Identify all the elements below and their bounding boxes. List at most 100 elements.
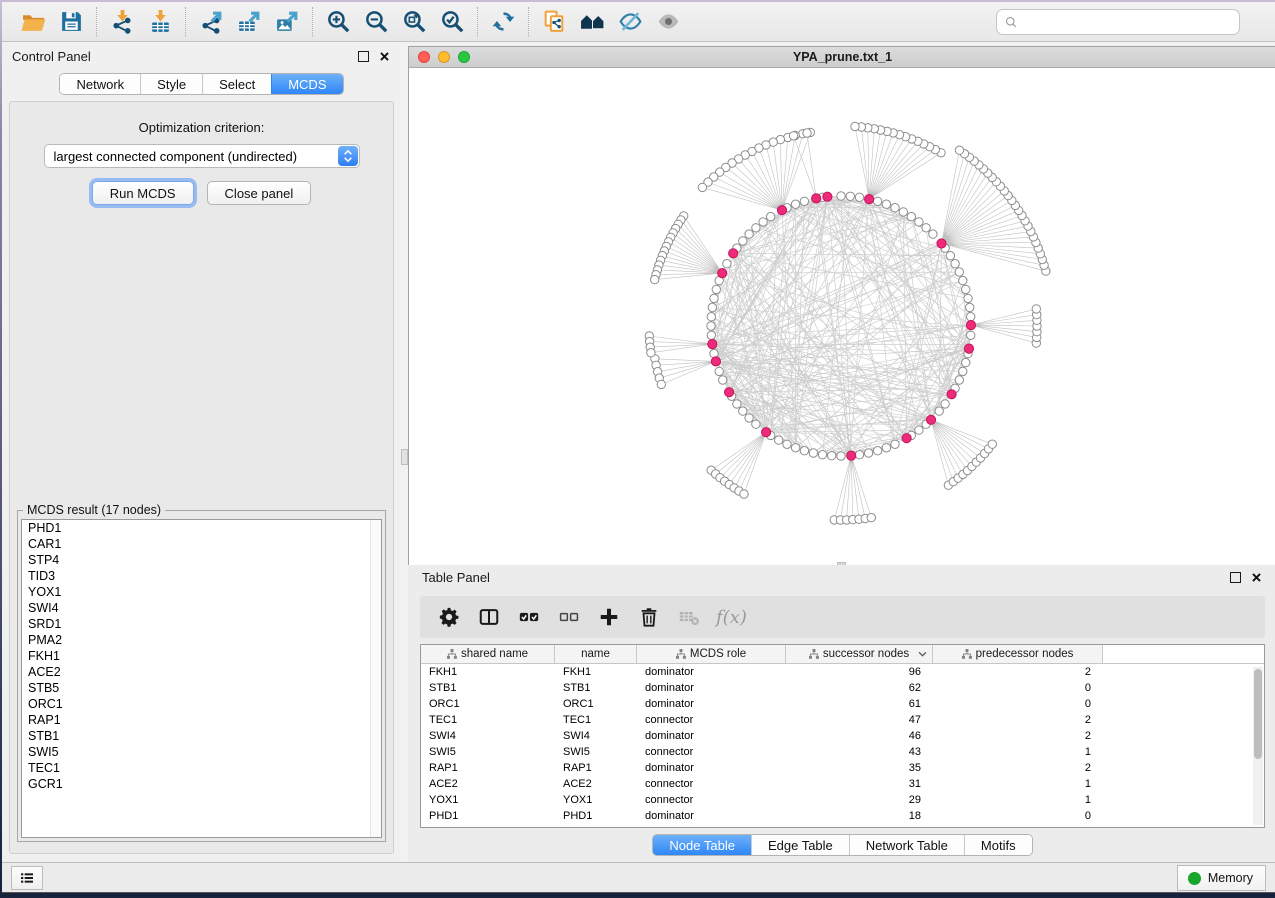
column-header-predecessor-nodes[interactable]: predecessor nodes [933,645,1103,663]
table-row[interactable]: ACE2ACE2connector311 [421,776,1264,792]
show-columns-button[interactable] [472,601,506,633]
vertical-splitter-handle[interactable] [401,449,408,465]
network-node[interactable] [962,358,970,366]
export-table-button[interactable] [232,7,266,37]
network-node[interactable] [752,224,760,232]
network-node[interactable] [800,197,808,205]
network-node[interactable] [941,400,949,408]
network-node[interactable] [873,197,881,205]
table-row[interactable]: TEC1TEC1connector472 [421,712,1264,728]
network-node[interactable] [882,444,890,452]
network-node[interactable] [739,237,747,245]
float-table-panel-icon[interactable] [1230,572,1241,583]
table-row[interactable]: ORC1ORC1dominator610 [421,696,1264,712]
mcds-hub-node[interactable] [865,195,874,204]
network-node[interactable] [767,212,775,220]
tab-network-table[interactable]: Network Table [849,835,964,855]
network-node[interactable] [935,407,943,415]
network-node[interactable] [988,440,996,448]
dropdown-stepper-icon[interactable] [338,146,358,166]
mcds-result-list[interactable]: PHD1CAR1STP4TID3YOX1SWI4SRD1PMA2FKH1ACE2… [21,519,382,838]
tab-network[interactable]: Network [60,74,140,94]
network-node[interactable] [873,447,881,455]
zoom-in-button[interactable] [321,7,355,37]
float-panel-icon[interactable] [358,51,369,62]
mcds-result-item[interactable]: TEC1 [22,760,381,776]
network-node[interactable] [791,200,799,208]
hide-details-button[interactable] [613,7,647,37]
table-row[interactable]: RAP1RAP1dominator352 [421,760,1264,776]
network-node[interactable] [739,407,747,415]
column-header-MCDS-role[interactable]: MCDS role [637,645,786,663]
add-row-button[interactable] [592,601,626,633]
mcds-result-item[interactable]: SWI4 [22,600,381,616]
network-node[interactable] [745,414,753,422]
network-node[interactable] [864,449,872,457]
network-node[interactable] [867,513,875,521]
mcds-hub-node[interactable] [937,239,946,248]
network-node[interactable] [966,303,974,311]
network-node[interactable] [712,285,720,293]
tab-motifs[interactable]: Motifs [964,835,1032,855]
table-row[interactable]: SWI4SWI4dominator462 [421,728,1264,744]
mcds-result-item[interactable]: ACE2 [22,664,381,680]
import-table-button[interactable] [143,7,177,37]
network-node[interactable] [967,313,975,321]
table-row[interactable]: FKH1FKH1dominator962 [421,664,1264,680]
mcds-result-item[interactable]: RAP1 [22,712,381,728]
network-node[interactable] [962,285,970,293]
network-node[interactable] [837,192,845,200]
mcds-hub-node[interactable] [711,357,720,366]
network-node[interactable] [783,440,791,448]
close-table-panel-icon[interactable] [1250,571,1263,584]
tab-edge-table[interactable]: Edge Table [751,835,849,855]
mcds-result-item[interactable]: STP4 [22,552,381,568]
export-network-button[interactable] [194,7,228,37]
tab-style[interactable]: Style [140,74,202,94]
network-node[interactable] [907,212,915,220]
network-node[interactable] [959,276,967,284]
network-node[interactable] [707,313,715,321]
apply-layout-button[interactable] [486,7,520,37]
network-node[interactable] [803,129,811,137]
network-node[interactable] [775,436,783,444]
table-row[interactable]: SWI5SWI5connector431 [421,744,1264,760]
column-header-successor-nodes[interactable]: successor nodes [786,645,933,663]
network-node[interactable] [789,132,797,140]
mcds-hub-node[interactable] [708,340,717,349]
mcds-result-item[interactable]: STB5 [22,680,381,696]
run-mcds-button[interactable]: Run MCDS [92,181,194,205]
table-row[interactable]: YOX1YOX1connector291 [421,792,1264,808]
network-node[interactable] [891,440,899,448]
close-panel-button[interactable]: Close panel [207,181,312,205]
mcds-hub-node[interactable] [718,269,727,278]
network-graph[interactable] [409,69,1275,564]
mcds-hub-node[interactable] [964,344,973,353]
mcds-result-item[interactable]: SWI5 [22,744,381,760]
network-node[interactable] [846,192,854,200]
show-panels-button[interactable] [11,866,43,890]
network-node[interactable] [951,260,959,268]
network-node[interactable] [915,218,923,226]
open-file-button[interactable] [16,7,50,37]
mcds-result-item[interactable]: STB1 [22,728,381,744]
network-window-titlebar[interactable]: YPA_prune.txt_1 [409,47,1275,68]
table-row[interactable]: PHD1PHD1dominator180 [421,808,1264,824]
network-node[interactable] [855,193,863,201]
mcds-hub-node[interactable] [812,194,821,203]
duplicate-network-button[interactable] [537,7,571,37]
mcds-list-scrollbar[interactable] [370,520,381,837]
export-image-button[interactable] [270,7,304,37]
network-node[interactable] [955,376,963,384]
network-node[interactable] [752,420,760,428]
column-header-name[interactable]: name [555,645,637,663]
network-node[interactable] [967,331,975,339]
table-row[interactable]: STB1STB1dominator620 [421,680,1264,696]
network-node[interactable] [929,230,937,238]
mcds-result-item[interactable]: SRD1 [22,616,381,632]
network-node[interactable] [899,208,907,216]
show-details-button[interactable] [651,7,685,37]
mcds-hub-node[interactable] [902,434,911,443]
network-node[interactable] [710,294,718,302]
save-session-button[interactable] [54,7,88,37]
